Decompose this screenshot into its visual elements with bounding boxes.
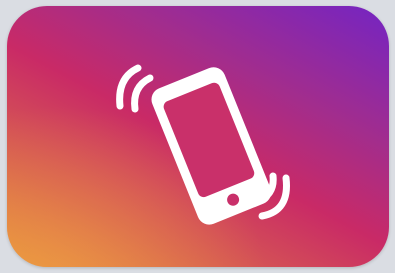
icon-frame — [0, 0, 395, 273]
vibration-waves-left-icon — [116, 64, 154, 113]
phone-icon — [151, 67, 272, 225]
app-icon-tile[interactable] — [7, 6, 389, 267]
phone-vibrate-icon — [7, 6, 389, 267]
